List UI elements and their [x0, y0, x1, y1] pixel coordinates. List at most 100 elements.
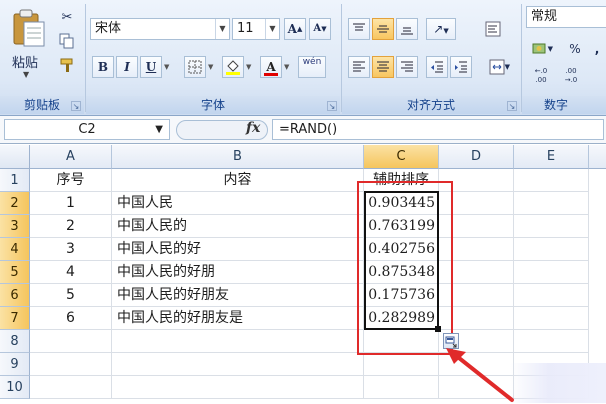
cell-a4[interactable]: 3 — [30, 238, 112, 261]
borders-dropdown-icon[interactable]: ▼ — [208, 63, 213, 71]
row-header-2[interactable]: 2 — [0, 192, 30, 215]
cell-e1[interactable] — [514, 169, 589, 192]
column-header-b[interactable]: B — [112, 145, 364, 169]
paste-button[interactable]: 粘贴 ▼ — [6, 6, 52, 86]
column-header-e[interactable]: E — [514, 145, 589, 169]
shrink-font-button[interactable]: A▼ — [309, 18, 331, 40]
percent-button[interactable]: % — [564, 38, 586, 60]
decrease-decimal-button[interactable]: .00 →.0 — [558, 66, 584, 88]
row-header-10[interactable]: 10 — [0, 376, 30, 399]
row-header-1[interactable]: 1 — [0, 169, 30, 192]
grow-font-button[interactable]: A▲ — [284, 18, 306, 40]
bold-button[interactable]: B — [92, 56, 114, 78]
cell-e2[interactable] — [514, 192, 589, 215]
format-painter-button[interactable] — [56, 54, 78, 76]
decrease-indent-button[interactable] — [426, 56, 448, 78]
cell-b1[interactable]: 内容 — [112, 169, 364, 192]
cell-d4[interactable] — [439, 238, 514, 261]
underline-dropdown-icon[interactable]: ▼ — [164, 63, 169, 71]
borders-button[interactable] — [184, 56, 206, 78]
font-launcher-icon[interactable]: ↘ — [327, 101, 337, 111]
cell-b2[interactable]: 中国人民 — [112, 192, 364, 215]
cell-d5[interactable] — [439, 261, 514, 284]
cell-c2[interactable]: 0.903445 — [364, 192, 439, 215]
italic-button[interactable]: I — [116, 56, 138, 78]
currency-button[interactable]: ▼ — [528, 38, 554, 60]
cell-a6[interactable]: 5 — [30, 284, 112, 307]
cell-d3[interactable] — [439, 215, 514, 238]
column-header-d[interactable]: D — [439, 145, 514, 169]
cell-c4[interactable]: 0.402756 — [364, 238, 439, 261]
cell-c9[interactable] — [364, 353, 439, 376]
font-name-select[interactable]: 宋体 ▼ — [90, 18, 230, 40]
cell-a10[interactable] — [30, 376, 112, 399]
orientation-button[interactable]: ↗▼ — [426, 18, 456, 40]
cell-a1[interactable]: 序号 — [30, 169, 112, 192]
copy-button[interactable] — [56, 30, 78, 52]
row-header-8[interactable]: 8 — [0, 330, 30, 353]
clipboard-launcher-icon[interactable]: ↘ — [71, 101, 81, 111]
cell-a2[interactable]: 1 — [30, 192, 112, 215]
name-box[interactable]: C2 ▼ — [4, 119, 170, 140]
cell-c1[interactable]: 辅助排序 — [364, 169, 439, 192]
cell-a5[interactable]: 4 — [30, 261, 112, 284]
fill-handle[interactable] — [435, 326, 441, 332]
row-header-4[interactable]: 4 — [0, 238, 30, 261]
align-left-button[interactable] — [348, 56, 370, 78]
fill-color-button[interactable] — [222, 56, 244, 78]
cell-d2[interactable] — [439, 192, 514, 215]
cell-b5[interactable]: 中国人民的好朋 — [112, 261, 364, 284]
align-center-button[interactable] — [372, 56, 394, 78]
number-format-select[interactable]: 常规 — [526, 6, 606, 28]
cell-c5[interactable]: 0.875348 — [364, 261, 439, 284]
row-header-7[interactable]: 7 — [0, 307, 30, 330]
select-all-corner[interactable] — [0, 145, 30, 169]
comma-button[interactable]: , — [586, 38, 606, 60]
chevron-down-icon[interactable]: ▼ — [155, 120, 163, 139]
cell-d6[interactable] — [439, 284, 514, 307]
cell-d1[interactable] — [439, 169, 514, 192]
cell-c3[interactable]: 0.763199 — [364, 215, 439, 238]
column-header-a[interactable]: A — [30, 145, 112, 169]
row-header-3[interactable]: 3 — [0, 215, 30, 238]
cell-c8[interactable] — [364, 330, 439, 353]
insert-function-button[interactable]: fx — [246, 120, 260, 136]
cell-b4[interactable]: 中国人民的好 — [112, 238, 364, 261]
cell-e4[interactable] — [514, 238, 589, 261]
font-color-button[interactable]: A — [260, 56, 282, 78]
row-header-6[interactable]: 6 — [0, 284, 30, 307]
column-header-f[interactable] — [589, 145, 606, 169]
font-size-select[interactable]: 11 ▼ — [232, 18, 280, 40]
cell-e7[interactable] — [514, 307, 589, 330]
cell-e8[interactable] — [514, 330, 589, 353]
cell-b7[interactable]: 中国人民的好朋友是 — [112, 307, 364, 330]
cell-c6[interactable]: 0.175736 — [364, 284, 439, 307]
cell-a9[interactable] — [30, 353, 112, 376]
align-right-button[interactable] — [396, 56, 418, 78]
cell-e6[interactable] — [514, 284, 589, 307]
cell-c7[interactable]: 0.282989 — [364, 307, 439, 330]
font-color-dropdown-icon[interactable]: ▼ — [284, 63, 289, 71]
cell-b10[interactable] — [112, 376, 364, 399]
cell-a8[interactable] — [30, 330, 112, 353]
row-header-5[interactable]: 5 — [0, 261, 30, 284]
row-header-9[interactable]: 9 — [0, 353, 30, 376]
merge-center-button[interactable]: ▼ — [482, 56, 512, 78]
fill-color-dropdown-icon[interactable]: ▼ — [246, 63, 251, 71]
align-bottom-button[interactable] — [396, 18, 418, 40]
align-middle-button[interactable] — [372, 18, 394, 40]
cut-button[interactable]: ✂ — [56, 6, 78, 28]
align-top-button[interactable] — [348, 18, 370, 40]
increase-decimal-button[interactable]: ←.0.00 — [528, 66, 554, 88]
cell-e5[interactable] — [514, 261, 589, 284]
cell-c10[interactable] — [364, 376, 439, 399]
cell-b9[interactable] — [112, 353, 364, 376]
increase-indent-button[interactable] — [450, 56, 472, 78]
cell-a3[interactable]: 2 — [30, 215, 112, 238]
cell-e3[interactable] — [514, 215, 589, 238]
cell-d7[interactable] — [439, 307, 514, 330]
underline-button[interactable]: U — [140, 56, 162, 78]
column-header-c[interactable]: C — [364, 145, 439, 169]
cell-b6[interactable]: 中国人民的好朋友 — [112, 284, 364, 307]
alignment-launcher-icon[interactable]: ↘ — [507, 101, 517, 111]
